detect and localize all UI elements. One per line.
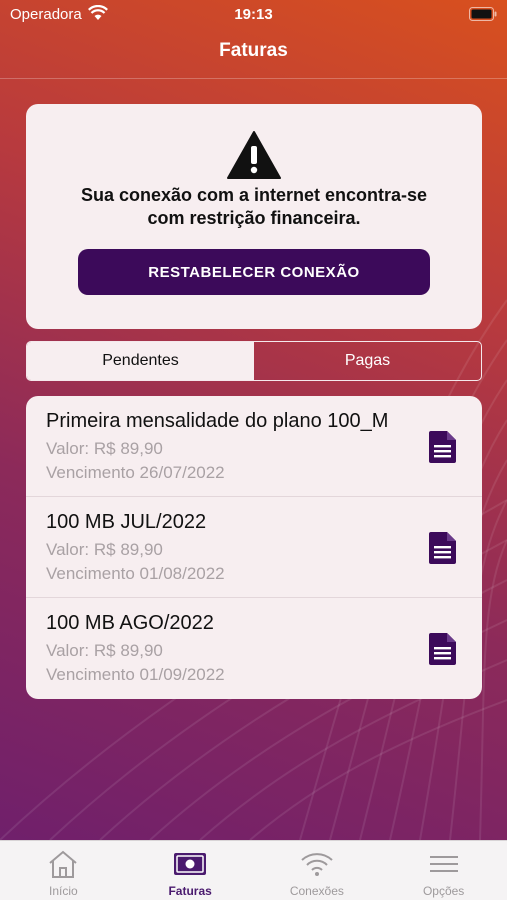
document-icon[interactable]: [428, 531, 458, 565]
invoice-row[interactable]: Primeira mensalidade do plano 100_M Valo…: [26, 396, 482, 497]
invoice-row[interactable]: 100 MB AGO/2022 Valor: R$ 89,90 Vencimen…: [26, 598, 482, 699]
invoice-title: 100 MB JUL/2022: [46, 511, 207, 533]
menu-icon: [429, 856, 458, 872]
invoice-title: Primeira mensalidade do plano 100_M: [46, 410, 389, 432]
document-icon[interactable]: [428, 430, 458, 464]
invoice-due-date: Vencimento 01/08/2022: [46, 564, 225, 583]
tab-label-opcoes: Opções: [422, 884, 465, 898]
tab-bar: Início Faturas Conexões Opções: [0, 840, 507, 900]
tab-opcoes[interactable]: Opções: [380, 841, 507, 900]
tab-conexoes[interactable]: Conexões: [254, 841, 381, 900]
status-bar: Operadora 19:13: [0, 0, 507, 30]
invoice-icon: [174, 853, 207, 875]
invoice-due-date: Vencimento 26/07/2022: [46, 463, 225, 482]
tab-label-faturas: Faturas: [168, 884, 212, 898]
invoice-value: Valor: R$ 89,90: [46, 540, 163, 559]
battery-icon: [469, 7, 497, 21]
invoice-due-date: Vencimento 01/09/2022: [46, 665, 225, 684]
invoice-row[interactable]: 100 MB JUL/2022 Valor: R$ 89,90 Vencimen…: [26, 497, 482, 598]
tab-faturas[interactable]: Faturas: [127, 841, 254, 900]
tab-label-conexoes: Conexões: [289, 884, 344, 898]
home-icon: [49, 850, 78, 878]
invoice-value: Valor: R$ 89,90: [46, 439, 163, 458]
invoice-value: Valor: R$ 89,90: [46, 641, 163, 660]
tab-inicio[interactable]: Início: [0, 841, 127, 900]
wifi-icon: [301, 853, 333, 876]
status-time: 19:13: [234, 6, 273, 23]
segment-pending[interactable]: Pendentes: [27, 342, 254, 380]
segment-paid[interactable]: Pagas: [254, 342, 481, 380]
restriction-message-line-2: com restrição financeira.: [147, 208, 361, 228]
tab-label-inicio: Início: [49, 884, 78, 898]
page-title: Faturas: [219, 40, 288, 61]
restore-connection-button[interactable]: RESTABELECER CONEXÃO: [78, 249, 430, 295]
invoice-status-segmented-control: Pendentes Pagas: [26, 341, 482, 381]
invoice-title: 100 MB AGO/2022: [46, 612, 214, 634]
document-icon[interactable]: [428, 632, 458, 666]
header-divider: [0, 78, 507, 79]
invoice-list: Primeira mensalidade do plano 100_M Valo…: [26, 396, 482, 699]
restriction-message-line-1: Sua conexão com a internet encontra-se: [80, 185, 428, 205]
restriction-alert-card: Sua conexão com a internet encontra-se c…: [26, 104, 482, 329]
restriction-message: Sua conexão com a internet encontra-se c…: [46, 184, 462, 230]
warning-icon: [227, 131, 281, 179]
